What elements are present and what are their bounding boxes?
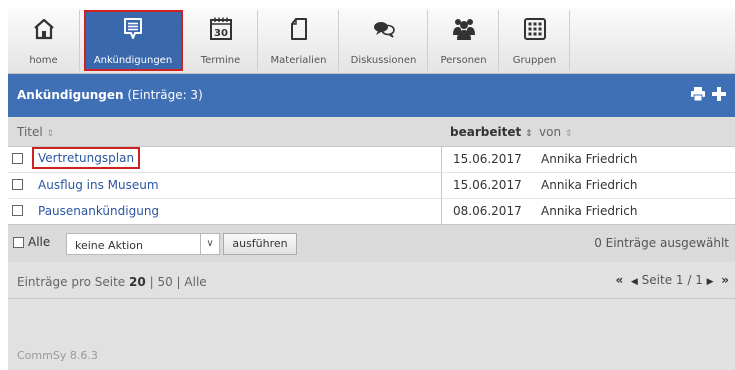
add-icon[interactable]	[711, 86, 727, 105]
last-page-icon[interactable]: »	[721, 273, 729, 287]
column-header-edited[interactable]: bearbeitet ⇕	[450, 125, 533, 139]
first-page-icon[interactable]: «	[616, 273, 624, 287]
row-checkbox[interactable]	[12, 205, 23, 216]
per-page-current: 20	[129, 275, 146, 289]
column-header-by[interactable]: von ⇕	[539, 125, 572, 139]
per-page-option-50[interactable]: 50	[157, 275, 172, 289]
page-navigator: « ◀ Seite 1 / 1 ▶ »	[616, 273, 730, 287]
entry-date: 15.06.2017	[453, 152, 522, 166]
action-select[interactable]: keine Aktion ∨	[66, 233, 220, 255]
sort-icon: ⇕	[46, 129, 55, 139]
pagination-bar: Einträge pro Seite 20 | 50 | Alle « ◀ Se…	[8, 262, 735, 299]
column-divider	[441, 199, 442, 224]
entry-date: 15.06.2017	[453, 178, 522, 192]
chevron-down-icon: ∨	[200, 234, 219, 254]
nav-item-groups[interactable]: Gruppen	[500, 10, 570, 71]
row-checkbox[interactable]	[12, 179, 23, 190]
select-all-checkbox[interactable]	[13, 237, 24, 248]
column-header-title[interactable]: Titel ⇕	[17, 125, 54, 139]
entry-title-link[interactable]: Vertretungsplan	[31, 147, 141, 169]
column-divider	[441, 147, 442, 172]
app-frame: home Ankündigungen 30 Termine Materialie…	[8, 8, 735, 370]
nav-item-home[interactable]: home	[8, 10, 80, 71]
column-divider	[441, 173, 442, 198]
nav-item-announcements[interactable]: Ankündigungen	[84, 10, 183, 71]
section-title: Ankündigungen (Einträge: 3)	[17, 88, 203, 102]
select-all-label: Alle	[28, 235, 51, 249]
table-row: Vertretungsplan 15.06.2017 Annika Friedr…	[8, 147, 735, 173]
entry-author: Annika Friedrich	[541, 178, 638, 192]
action-bar: Alle keine Aktion ∨ ausführen 0 Einträge…	[8, 224, 735, 263]
printer-icon[interactable]	[690, 86, 706, 105]
selected-count: 0 Einträge ausgewählt	[594, 236, 729, 250]
entry-date: 08.06.2017	[453, 204, 522, 218]
table-row: Ausflug ins Museum 15.06.2017 Annika Fri…	[8, 173, 735, 199]
page-indicator: Seite 1 / 1	[641, 273, 703, 287]
document-icon	[259, 16, 338, 44]
app-version: CommSy 8.6.3	[17, 349, 98, 362]
discussion-icon	[340, 16, 427, 44]
entry-list: Vertretungsplan 15.06.2017 Annika Friedr…	[8, 147, 735, 225]
row-checkbox[interactable]	[12, 153, 23, 164]
announcement-icon	[84, 16, 182, 44]
execute-button[interactable]: ausführen	[223, 233, 297, 255]
next-page-icon[interactable]: ▶	[707, 277, 714, 287]
entry-title-link[interactable]: Pausenankündigung	[38, 204, 159, 218]
groups-icon	[500, 16, 569, 44]
home-icon	[8, 16, 79, 44]
sort-icon: ⇕	[564, 129, 573, 139]
entry-author: Annika Friedrich	[541, 204, 638, 218]
entry-count: (Einträge: 3)	[127, 88, 203, 102]
prev-page-icon[interactable]: ◀	[631, 277, 638, 287]
calendar-icon: 30	[184, 16, 257, 44]
table-header: Titel ⇕ bearbeitet ⇕ von ⇕	[8, 118, 735, 147]
nav-item-materials[interactable]: Materialien	[259, 10, 339, 71]
top-navigation: home Ankündigungen 30 Termine Materialie…	[8, 8, 735, 74]
nav-item-discussions[interactable]: Diskussionen	[340, 10, 428, 71]
nav-item-people[interactable]: Personen	[429, 10, 499, 71]
entry-title-link[interactable]: Ausflug ins Museum	[38, 178, 159, 192]
calendar-day: 30	[214, 28, 228, 39]
section-header: Ankündigungen (Einträge: 3)	[8, 74, 735, 117]
people-icon	[429, 16, 498, 44]
table-row: Pausenankündigung 08.06.2017 Annika Frie…	[8, 199, 735, 225]
entry-author: Annika Friedrich	[541, 152, 638, 166]
sort-active-icon: ⇕	[525, 129, 533, 139]
per-page-selector: Einträge pro Seite 20 | 50 | Alle	[17, 275, 207, 289]
nav-item-calendar[interactable]: 30 Termine	[184, 10, 258, 71]
per-page-option-all[interactable]: Alle	[184, 275, 206, 289]
